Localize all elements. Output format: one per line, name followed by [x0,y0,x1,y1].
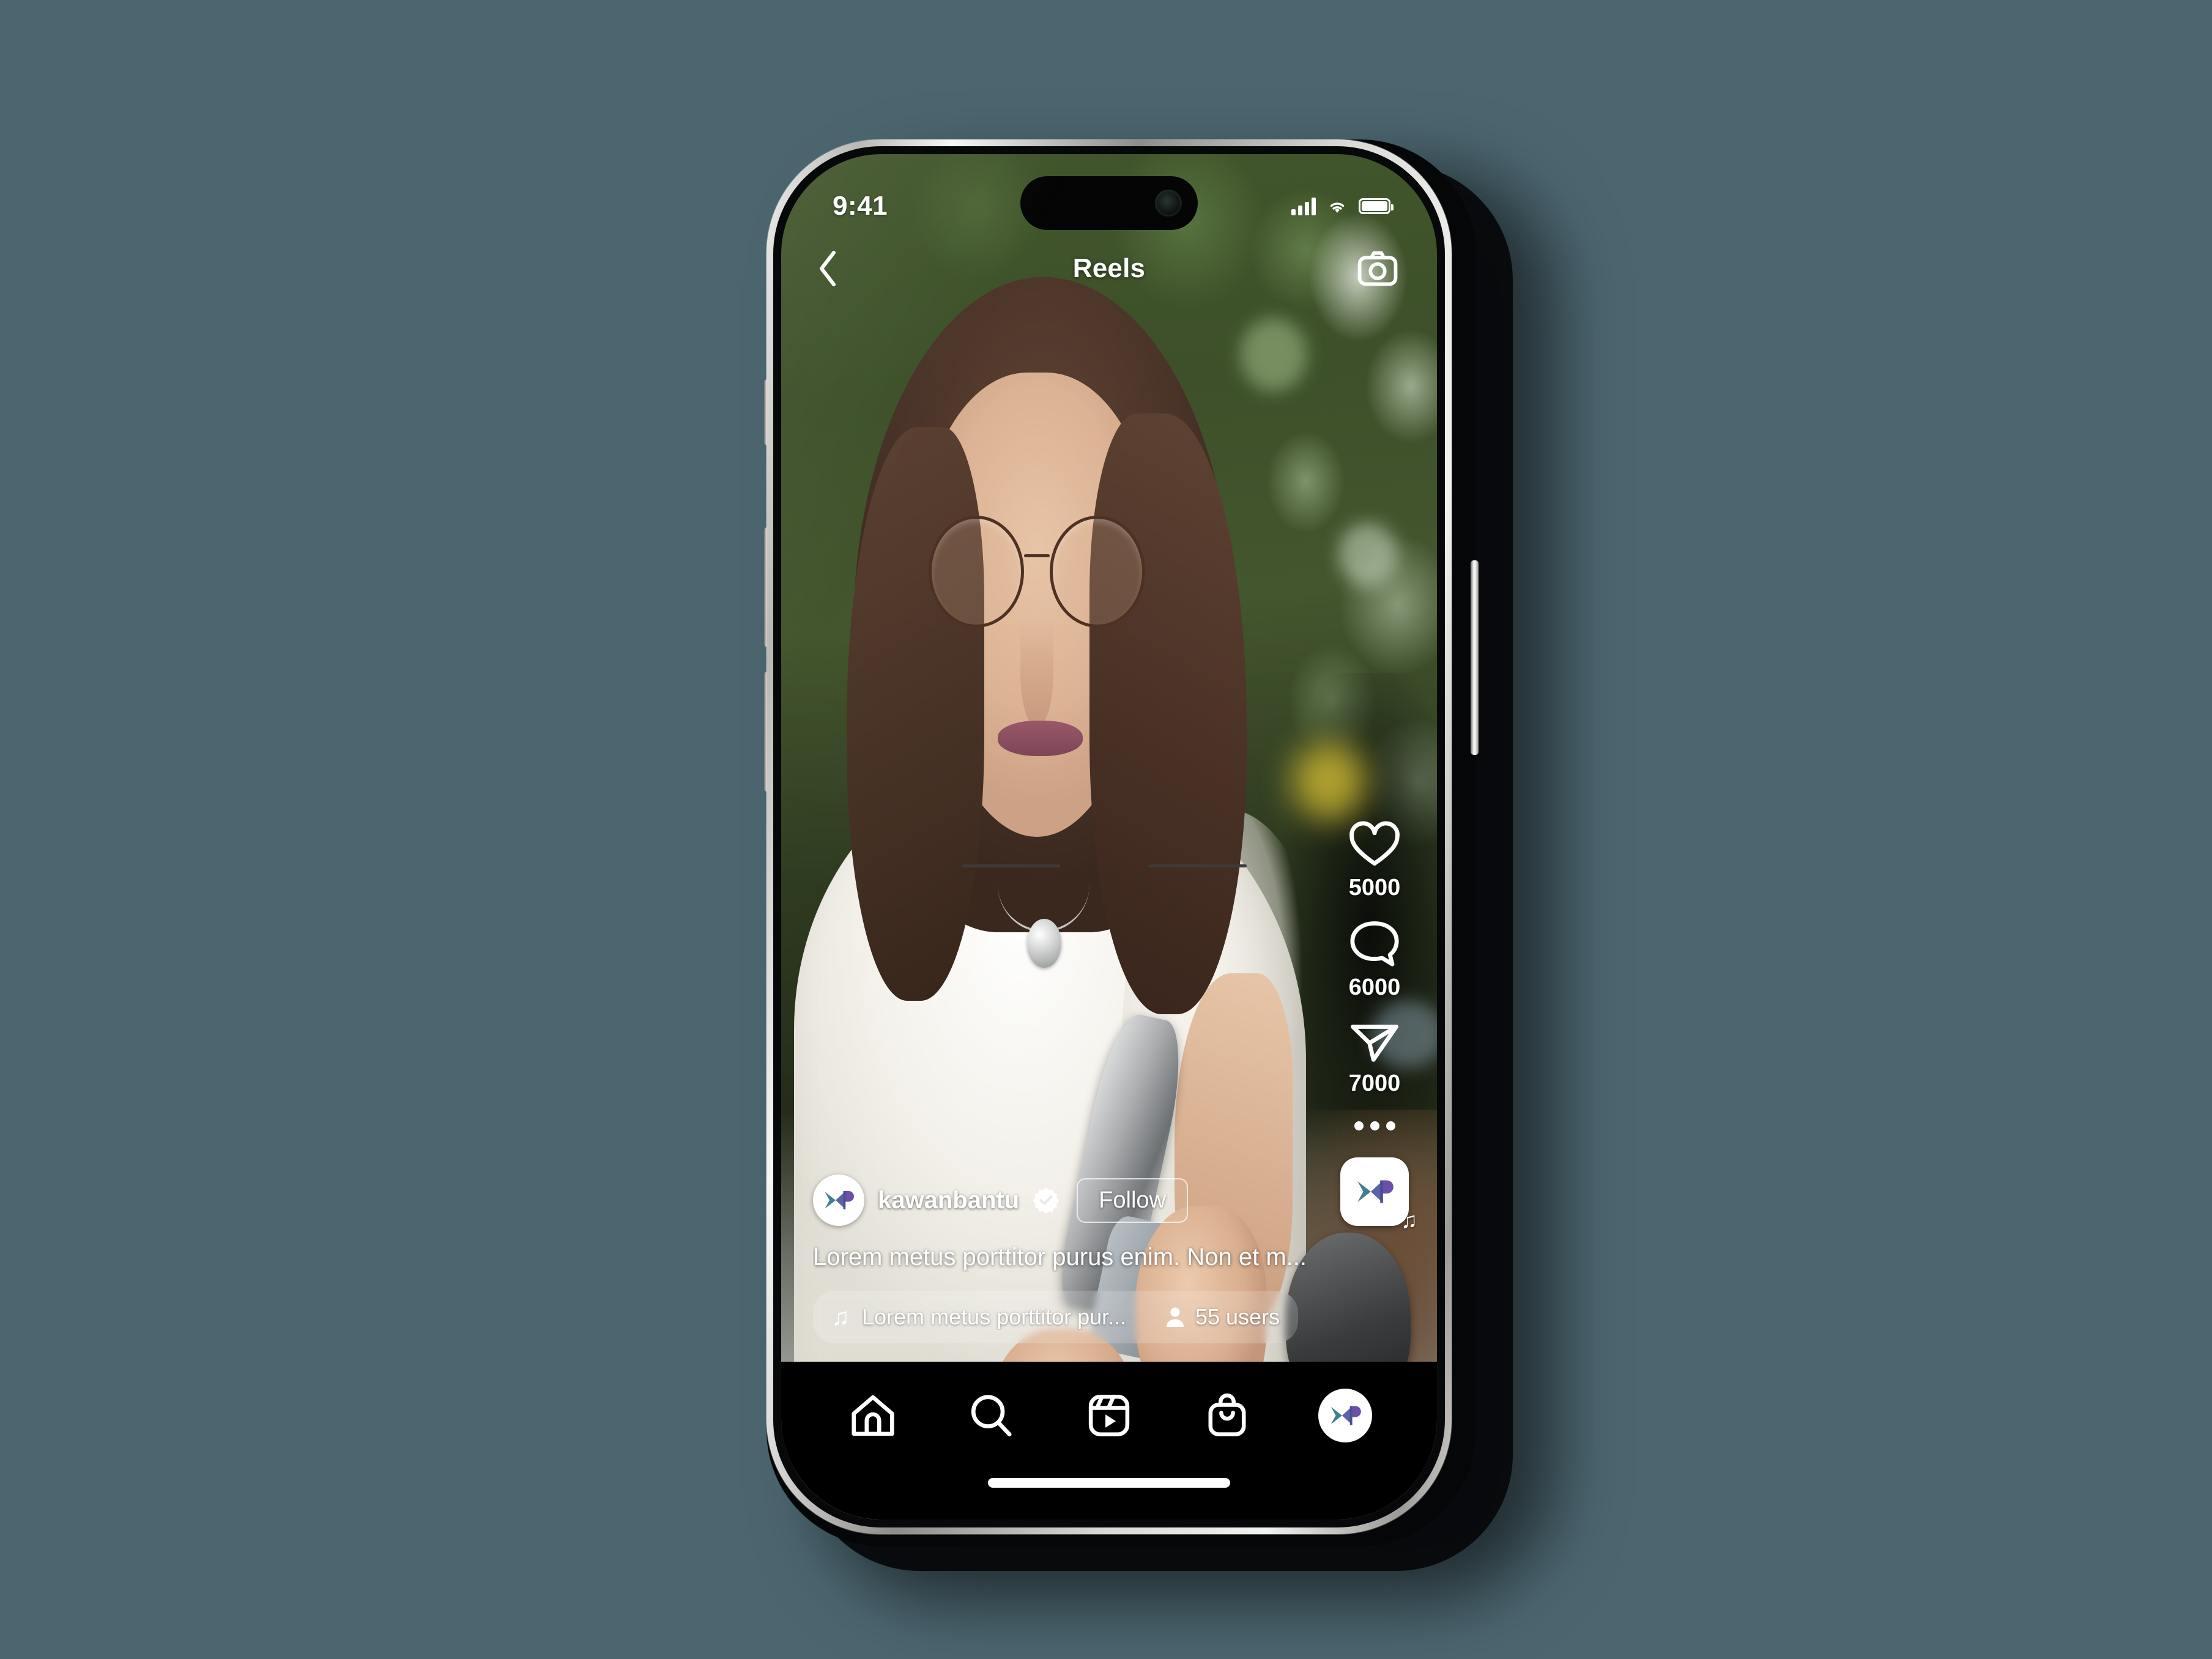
battery-icon [1359,198,1394,214]
search-icon [971,1395,1012,1437]
username[interactable]: kawanbantu [878,1187,1019,1214]
app-header: Reels [781,235,1437,302]
comment-count: 6000 [1348,974,1401,1000]
audio-pill[interactable]: ♫ Lorem metus porttitor pur... 55 users [813,1291,1298,1343]
phone-bezel: 9:41 Reels 5000 6000 7000 ♫ kawanbantu F… [773,146,1445,1527]
back-button[interactable] [815,249,840,288]
like-button[interactable]: 5000 [1348,821,1401,901]
page-title: Reels [1072,253,1146,283]
reels-icon [1088,1394,1130,1437]
actions-rail: 5000 6000 7000 ♫ [1340,821,1417,1233]
camera-icon [1357,251,1398,286]
audio-users-count: 55 users [1195,1304,1280,1329]
follow-button[interactable]: Follow [1077,1178,1188,1223]
like-count: 5000 [1348,875,1401,900]
pendant [1027,918,1061,968]
tab-search[interactable] [957,1384,1025,1447]
comment-button[interactable]: 6000 [1348,919,1401,1001]
tab-bar [781,1362,1437,1520]
verified-badge-icon [1033,1187,1060,1214]
nose [1020,618,1053,728]
profile-avatar-icon [1318,1389,1372,1442]
hair-strand-right [1089,414,1247,1015]
more-options-button[interactable] [1354,1121,1395,1130]
home-indicator[interactable] [988,1478,1230,1488]
canvas: 9:41 Reels 5000 6000 7000 ♫ kawanbantu F… [0,0,2212,1659]
hair-strand-left [847,427,985,1001]
music-note-icon: ♫ [831,1303,850,1331]
phone-screen: 9:41 Reels 5000 6000 7000 ♫ kawanbantu F… [781,154,1437,1520]
reel-caption[interactable]: Lorem metus porttitor purus enim. Non et… [813,1242,1405,1272]
share-icon [1351,1025,1398,1062]
share-count: 7000 [1348,1071,1401,1096]
audio-users: 55 users [1144,1304,1280,1330]
lips [997,721,1083,757]
tab-profile[interactable] [1312,1384,1379,1447]
avatar[interactable] [813,1175,864,1226]
tab-shop[interactable] [1193,1384,1261,1447]
shop-icon [1208,1393,1246,1436]
user-row: kawanbantu Follow [813,1175,1405,1226]
phone-frame: 9:41 Reels 5000 6000 7000 ♫ kawanbantu F… [766,139,1452,1534]
heart-icon [1349,821,1400,866]
front-camera-icon [1155,190,1182,217]
chevron-left-icon [820,251,836,286]
avatar-logo-icon [825,1191,854,1209]
status-indicators [1291,197,1394,215]
camera-button[interactable] [1357,250,1398,287]
wifi-icon [1330,202,1345,213]
necklace [997,837,1089,933]
profile-logo-icon [1331,1406,1361,1425]
eyeglasses [929,516,1145,628]
comment-icon [1350,921,1399,967]
home-icon [852,1395,894,1436]
status-clock: 9:41 [833,191,888,221]
tab-reels[interactable] [1075,1384,1143,1447]
share-button[interactable]: 7000 [1348,1019,1401,1097]
eye-right [1148,864,1247,867]
audio-info: ♫ Lorem metus porttitor pur... [831,1304,1144,1331]
reel-meta: kawanbantu Follow Lorem metus porttitor … [781,1175,1437,1343]
phone-power-button[interactable] [1471,560,1479,755]
audio-title: Lorem metus porttitor pur... [862,1304,1127,1329]
dynamic-island [1020,176,1198,230]
person-icon [1166,1307,1184,1327]
cellular-signal-icon [1291,197,1316,215]
tab-home[interactable] [839,1384,907,1447]
